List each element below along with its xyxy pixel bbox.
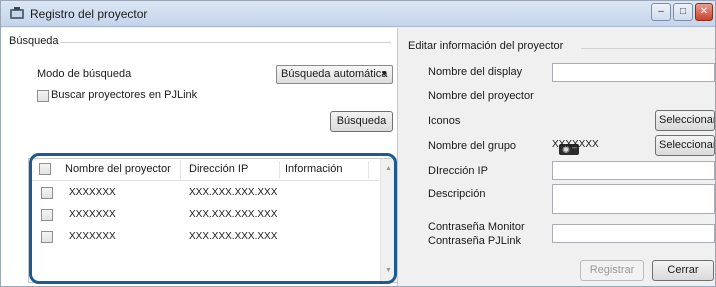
edit-group-divider (581, 48, 715, 49)
search-mode-value: Búsqueda automática (281, 68, 388, 80)
chevron-down-icon: ▼ (380, 69, 388, 78)
projector-name-label: Nombre del proyector (428, 90, 534, 102)
password-field[interactable] (552, 224, 715, 243)
search-mode-label: Modo de búsqueda (37, 68, 132, 80)
maximize-button[interactable]: □ (673, 3, 693, 21)
edit-pane: Editar información del proyector Nombre … (399, 28, 715, 286)
edit-group-label: Editar información del proyector (408, 40, 564, 52)
projector-registration-window: Registro del proyector ‒ □ ✕ Búsqueda Mo… (0, 0, 716, 287)
close-dialog-button[interactable]: Cerrar (652, 260, 714, 281)
group-name-value: XXXXXXX (552, 139, 599, 150)
description-label: Descripción (428, 188, 486, 200)
ip-address-field[interactable] (552, 161, 715, 180)
search-group-label: Búsqueda (9, 35, 59, 47)
select-group-button[interactable]: Seleccionar.. (655, 135, 715, 156)
title-bar: Registro del proyector ‒ □ ✕ (1, 1, 715, 27)
pjlink-search-label: Buscar proyectores en PJLink (51, 89, 198, 101)
group-name-label: Nombre del grupo (428, 140, 517, 152)
list-highlight-frame (29, 153, 397, 284)
window-title: Registro del proyector (30, 7, 148, 21)
minimize-button[interactable]: ‒ (651, 3, 671, 21)
search-group-divider (61, 42, 391, 43)
pjlink-password-label: Contraseña PJLink (428, 235, 521, 247)
description-field[interactable] (552, 184, 715, 214)
search-mode-select[interactable]: Búsqueda automática ▼ (276, 65, 393, 84)
pjlink-search-checkbox[interactable] (37, 90, 49, 102)
search-button[interactable]: Búsqueda (330, 111, 393, 132)
display-name-field[interactable] (552, 63, 715, 82)
close-button[interactable]: ✕ (695, 3, 713, 21)
icons-label: Iconos (428, 115, 461, 127)
select-icon-button[interactable]: Seleccionar.. (655, 110, 715, 131)
register-button[interactable]: Registrar (580, 260, 644, 281)
display-name-label: Nombre del display (428, 66, 523, 78)
ip-address-label: DIrección IP (428, 165, 488, 177)
monitor-password-label: Contraseña Monitor (428, 221, 525, 233)
projector-manager-icon (10, 7, 24, 19)
